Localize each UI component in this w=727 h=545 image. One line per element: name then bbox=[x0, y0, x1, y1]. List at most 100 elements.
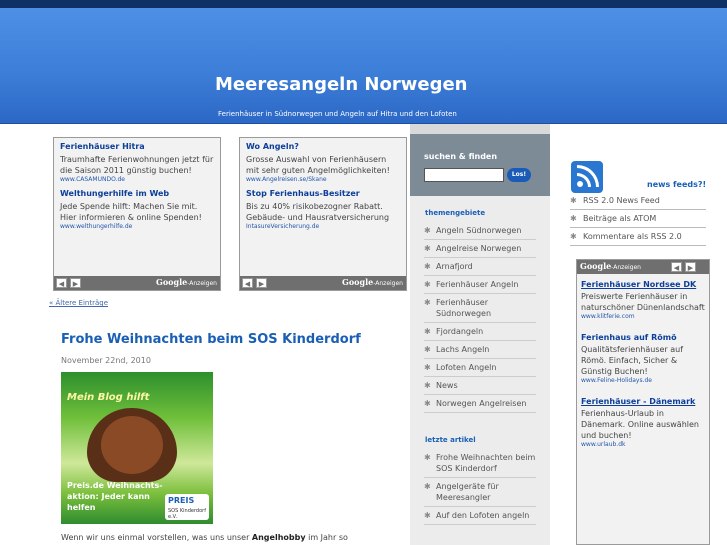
excerpt-bold: Angelhobby bbox=[251, 533, 306, 542]
theme-item[interactable]: ✱ Ferienhäuser Angeln bbox=[424, 276, 536, 294]
image-face bbox=[101, 416, 163, 474]
recent-item[interactable]: ✱ Frohe Weihnachten beim SOS Kinderdorf bbox=[424, 449, 536, 478]
excerpt-text: Wenn wir uns einmal vorstellen, was uns … bbox=[61, 533, 252, 542]
ad-url[interactable]: www.CASAMUNDO.de bbox=[60, 176, 214, 183]
theme-label: News bbox=[436, 381, 458, 390]
feed-label: RSS 2.0 News Feed bbox=[583, 196, 660, 205]
ad-prev-icon[interactable]: ◀ bbox=[671, 262, 682, 272]
google-logo[interactable]: Google-Anzeigen bbox=[580, 261, 641, 271]
recent-label: Angelgeräte für Meeresangler bbox=[436, 482, 499, 502]
theme-item[interactable]: ✱ Lofoten Angeln bbox=[424, 359, 536, 377]
ad-title[interactable]: Ferienhaus auf Römö bbox=[581, 333, 705, 342]
gear-icon: ✱ bbox=[424, 363, 431, 372]
theme-label: Fjordangeln bbox=[436, 327, 484, 336]
site-title[interactable]: Meeresangeln Norwegen bbox=[215, 74, 467, 95]
ad-url[interactable]: www.welthungerhilfe.de bbox=[60, 223, 214, 230]
recent-item[interactable]: ✱ Angelgeräte für Meeresangler bbox=[424, 478, 536, 507]
ad-title[interactable]: Wo Angeln? bbox=[246, 142, 400, 151]
post-title[interactable]: Frohe Weihnachten beim SOS Kinderdorf bbox=[61, 332, 361, 347]
post-date: November 22nd, 2010 bbox=[61, 356, 151, 365]
theme-label: Angelreise Norwegen bbox=[436, 244, 522, 253]
gear-icon: ✱ bbox=[570, 214, 577, 223]
theme-item[interactable]: ✱ News bbox=[424, 377, 536, 395]
ad-url[interactable]: IntasureVersicherung.de bbox=[246, 223, 400, 230]
google-logo[interactable]: Google-Anzeigen bbox=[156, 277, 217, 287]
ad-title[interactable]: Stop Ferienhaus-Besitzer bbox=[246, 189, 400, 198]
google-label: Google bbox=[580, 261, 612, 271]
ad-next-icon[interactable]: ▶ bbox=[70, 278, 81, 288]
gear-icon: ✱ bbox=[424, 511, 431, 520]
older-entries-link[interactable]: « Ältere Einträge bbox=[49, 299, 108, 307]
gear-icon: ✱ bbox=[424, 381, 431, 390]
ad-text: Qualitätsferienhäuser auf Römö. Einfach,… bbox=[581, 345, 684, 376]
gear-icon: ✱ bbox=[424, 298, 431, 307]
ad-title[interactable]: Ferienhäuser Nordsee DK bbox=[581, 280, 705, 289]
ad-next-icon[interactable]: ▶ bbox=[685, 262, 696, 272]
sos-badge-label: SOS Kinderdorf e.V. bbox=[168, 508, 206, 520]
theme-item[interactable]: ✱ Norwegen Angelreisen bbox=[424, 395, 536, 413]
preis-badge: PREIS SOS Kinderdorf e.V. bbox=[165, 494, 209, 520]
theme-item[interactable]: ✱ Arnafjord bbox=[424, 258, 536, 276]
ad-text: Ferienhaus-Urlaub in Dänemark. Online au… bbox=[581, 409, 699, 440]
gear-icon: ✱ bbox=[424, 453, 431, 462]
ad-text: Preiswerte Ferienhäuser in naturschöner … bbox=[581, 292, 705, 312]
feed-label: Kommentare als RSS 2.0 bbox=[583, 232, 682, 241]
theme-label: Ferienhäuser Südnorwegen bbox=[436, 298, 492, 318]
feed-item[interactable]: ✱ Kommentare als RSS 2.0 bbox=[570, 228, 706, 246]
post-excerpt: Wenn wir uns einmal vorstellen, was uns … bbox=[61, 533, 348, 542]
theme-label: Lachs Angeln bbox=[436, 345, 490, 354]
search-label: suchen & finden bbox=[424, 152, 498, 161]
ad-url[interactable]: www.urlaub.dk bbox=[581, 441, 705, 448]
recent-heading: letzte artikel bbox=[425, 436, 476, 444]
ad-prev-icon[interactable]: ◀ bbox=[242, 278, 253, 288]
recent-label: Frohe Weihnachten beim SOS Kinderdorf bbox=[436, 453, 536, 473]
gear-icon: ✱ bbox=[570, 232, 577, 241]
feed-item[interactable]: ✱ RSS 2.0 News Feed bbox=[570, 192, 706, 210]
google-label: Google bbox=[156, 277, 188, 287]
ad-title[interactable]: Ferienhäuser Hitra bbox=[60, 142, 214, 151]
ad-url[interactable]: www.klitferie.com bbox=[581, 313, 705, 320]
ad-header: Google-Anzeigen ◀ ▶ bbox=[577, 260, 709, 274]
theme-label: Norwegen Angelreisen bbox=[436, 399, 527, 408]
theme-label: Lofoten Angeln bbox=[436, 363, 497, 372]
ad-next-icon[interactable]: ▶ bbox=[256, 278, 267, 288]
gear-icon: ✱ bbox=[424, 345, 431, 354]
rss-dot bbox=[577, 181, 583, 187]
search-input[interactable] bbox=[424, 168, 504, 182]
excerpt-text-end: im Jahr so bbox=[305, 533, 348, 542]
google-logo[interactable]: Google-Anzeigen bbox=[342, 277, 403, 287]
ad-text: Grosse Auswahl von Ferienhäusern mit seh… bbox=[246, 155, 390, 175]
anzeigen-label: -Anzeigen bbox=[187, 280, 217, 287]
gear-icon: ✱ bbox=[424, 327, 431, 336]
gear-icon: ✱ bbox=[424, 280, 431, 289]
ad-prev-icon[interactable]: ◀ bbox=[56, 278, 67, 288]
google-ad-block-right: Google-Anzeigen ◀ ▶ Ferienhäuser Nordsee… bbox=[576, 259, 710, 545]
theme-item[interactable]: ✱ Angelreise Norwegen bbox=[424, 240, 536, 258]
search-button[interactable]: Los! bbox=[507, 168, 531, 182]
gear-icon: ✱ bbox=[570, 196, 577, 205]
ad-title[interactable]: Ferienhäuser - Dänemark bbox=[581, 397, 705, 406]
ad-title[interactable]: Welthungerhilfe im Web bbox=[60, 189, 214, 198]
anzeigen-label: -Anzeigen bbox=[373, 280, 403, 287]
gear-icon: ✱ bbox=[424, 482, 431, 491]
ad-url[interactable]: www.Feline-Holidays.de bbox=[581, 377, 705, 384]
theme-label: Angeln Südnorwegen bbox=[436, 226, 522, 235]
post-image[interactable]: Mein Blog hilft Preis.de Weihnachts-akti… bbox=[61, 372, 213, 524]
theme-item[interactable]: ✱ Lachs Angeln bbox=[424, 341, 536, 359]
theme-item[interactable]: ✱ Fjordangeln bbox=[424, 323, 536, 341]
top-bar bbox=[0, 0, 727, 8]
ad-body: Ferienhäuser Nordsee DK Preiswerte Ferie… bbox=[581, 280, 705, 461]
anzeigen-label: -Anzeigen bbox=[611, 264, 641, 271]
feeds-title[interactable]: news feeds?! bbox=[647, 180, 706, 189]
feed-item[interactable]: ✱ Beiträge als ATOM bbox=[570, 210, 706, 228]
feed-list: ✱ RSS 2.0 News Feed ✱ Beiträge als ATOM ✱ K… bbox=[570, 192, 706, 246]
ad-url[interactable]: www.Angelreisen.se/Skane bbox=[246, 176, 400, 183]
themes-list: ✱ Angeln Südnorwegen ✱ Angelreise Norwegen… bbox=[424, 222, 536, 413]
ad-footer: ◀ ▶ Google-Anzeigen bbox=[240, 276, 406, 290]
theme-item[interactable]: ✱ Angeln Südnorwegen bbox=[424, 222, 536, 240]
theme-item[interactable]: ✱ Ferienhäuser Südnorwegen bbox=[424, 294, 536, 323]
rss-icon[interactable] bbox=[571, 161, 603, 193]
gear-icon: ✱ bbox=[424, 226, 431, 235]
image-caption-bottom: Preis.de Weihnachts-aktion: Jeder kann h… bbox=[67, 481, 163, 512]
recent-item[interactable]: ✱ Auf den Lofoten angeln bbox=[424, 507, 536, 525]
